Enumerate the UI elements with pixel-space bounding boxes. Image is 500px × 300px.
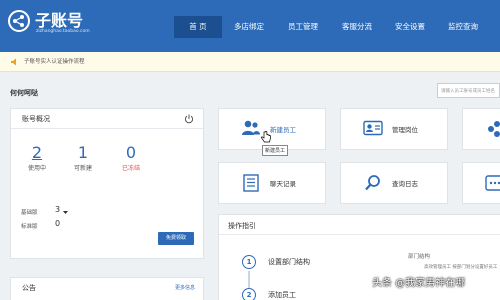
nav-multi-store[interactable]: 多店绑定 — [222, 16, 276, 38]
announcement-title: 公告 — [22, 284, 36, 292]
more-dots-icon — [485, 175, 500, 193]
panel-header: 账号概况 — [11, 109, 203, 129]
brand-title: 子账号 — [35, 11, 84, 30]
step-connector — [248, 271, 250, 289]
search-icon — [363, 174, 383, 194]
step-number: 2 — [242, 288, 256, 300]
card-partial-more[interactable] — [462, 162, 500, 204]
card-query-log[interactable]: 查询日志 — [340, 162, 448, 204]
brand-subtitle: zizhanghao.taobao.com — [36, 29, 90, 34]
more-info-link[interactable]: 更多信息 — [175, 284, 195, 291]
company-name: 何何呵哒 — [10, 89, 38, 97]
notice-link[interactable]: 子账号实人认证操作流程 — [24, 57, 85, 65]
stat-in-use[interactable]: 2 使用中 — [22, 143, 52, 172]
dept-structure-label: 部门结构 — [408, 254, 431, 260]
stat-label: 已冻结 — [121, 165, 140, 172]
document-icon — [241, 174, 261, 194]
nav-home[interactable]: 首 页 — [174, 16, 222, 38]
tooltip: 新建员工 — [262, 145, 289, 156]
stat-frozen[interactable]: 0 已冻结 — [116, 143, 146, 172]
hand-cursor-icon — [261, 130, 271, 145]
id-card-icon — [363, 120, 383, 138]
stat-label: 可新建 — [73, 165, 92, 172]
card-label: 查询日志 — [392, 180, 418, 188]
speaker-icon — [10, 58, 19, 68]
users-group-icon — [485, 120, 500, 140]
basic-label: 基础版 — [21, 210, 38, 216]
caret-down-icon[interactable] — [63, 209, 68, 217]
guide-header: 操作指引 — [219, 215, 500, 235]
stat-value: 2 — [31, 143, 43, 162]
step-label[interactable]: 设置部门结构 — [268, 257, 310, 267]
nav-monitor[interactable]: 监控查询 — [436, 16, 490, 38]
card-label: 管理岗位 — [392, 126, 418, 134]
top-header: 子账号 zizhanghao.taobao.com 首 页 多店绑定 员工管理 … — [0, 0, 500, 52]
notice-bar: 子账号实人认证操作流程 — [0, 52, 500, 72]
guide-title: 操作指引 — [228, 222, 256, 230]
panel-title: 账号概况 — [22, 115, 50, 123]
card-new-staff[interactable]: 新建员工 — [218, 108, 326, 150]
nav-staff-management[interactable]: 员工管理 — [276, 16, 330, 38]
step-number: 1 — [242, 255, 256, 269]
nav-security[interactable]: 安全设置 — [384, 16, 436, 38]
watermark: 头条 @我家男神在哪 — [372, 278, 466, 289]
step-label[interactable]: 添加员工 — [268, 290, 296, 300]
card-manage-positions[interactable]: 管理岗位 — [340, 108, 448, 150]
card-label: 新建员工 — [270, 126, 296, 134]
basic-value: 3 — [55, 205, 61, 214]
stat-value: 1 — [77, 143, 89, 162]
standard-label: 标准版 — [21, 224, 38, 230]
card-partial[interactable] — [462, 108, 500, 150]
card-chat-records[interactable]: 聊天记录 — [218, 162, 326, 204]
main-nav: 首 页 多店绑定 员工管理 客服分流 安全设置 监控查询 — [174, 16, 490, 38]
announcement-panel: 公告 更多信息 — [10, 277, 204, 300]
free-claim-button[interactable]: 免费领取 — [158, 232, 194, 245]
staff-search-input[interactable]: 请输入员工账号或员工姓名 — [437, 83, 500, 98]
stat-can-create[interactable]: 1 可新建 — [68, 143, 98, 172]
card-label: 聊天记录 — [270, 180, 296, 188]
nav-customer-service[interactable]: 客服分流 — [330, 16, 384, 38]
users-icon — [241, 120, 261, 138]
share-logo-icon — [8, 10, 30, 32]
dept-structure-desc: 高效管理员工 按部门划分设置好员工 — [424, 265, 498, 270]
stat-label: 使用中 — [27, 165, 46, 172]
stat-value: 0 — [125, 143, 137, 162]
power-icon[interactable] — [184, 114, 194, 126]
standard-value: 0 — [55, 219, 61, 228]
